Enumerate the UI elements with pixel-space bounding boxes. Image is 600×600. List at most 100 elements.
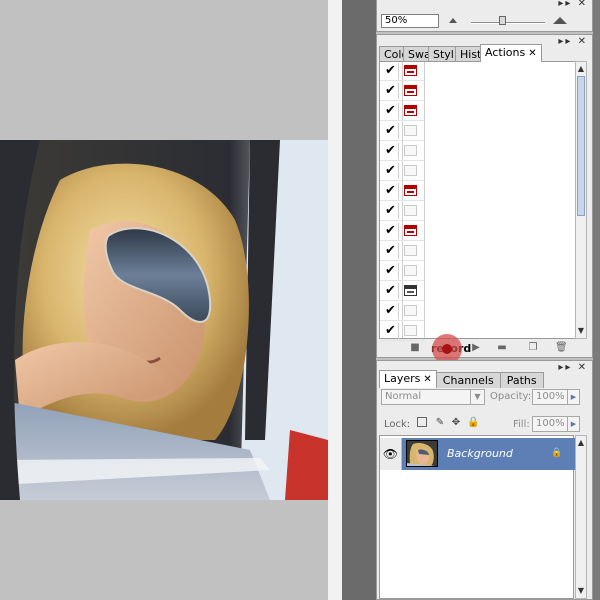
lock-image-icon[interactable]: ✎ bbox=[434, 417, 446, 429]
dialog-toggle-icon[interactable] bbox=[404, 245, 417, 256]
tab-label: Actions bbox=[485, 46, 526, 59]
checkmark-icon[interactable]: ✔ bbox=[383, 303, 399, 319]
dialog-toggle-icon[interactable] bbox=[404, 165, 417, 176]
scrollbar-thumb[interactable] bbox=[577, 76, 585, 216]
checkmark-icon[interactable]: ✔ bbox=[383, 183, 399, 199]
opacity-field[interactable]: 100% ▶ bbox=[532, 389, 580, 405]
column-divider bbox=[424, 62, 425, 338]
checkmark-icon[interactable]: ✔ bbox=[383, 83, 399, 99]
dialog-toggle-icon[interactable] bbox=[404, 265, 417, 276]
action-row[interactable]: ✔ bbox=[380, 161, 424, 181]
tab-channels[interactable]: Channels bbox=[435, 372, 501, 388]
action-row[interactable]: ✔ bbox=[380, 281, 424, 301]
eye-icon[interactable]: 👁 bbox=[380, 438, 402, 470]
close-icon[interactable]: ✕ bbox=[423, 374, 431, 385]
checkmark-icon[interactable]: ✔ bbox=[383, 223, 399, 239]
panel-controls[interactable]: ▸▸ ✕ bbox=[558, 0, 588, 9]
tab-paths[interactable]: Paths bbox=[499, 372, 544, 388]
delete-icon[interactable]: 🗑 bbox=[555, 342, 568, 354]
scroll-down-icon[interactable]: ▼ bbox=[577, 586, 585, 596]
checkmark-icon[interactable]: ✔ bbox=[383, 243, 399, 259]
layer-thumbnail bbox=[406, 440, 438, 467]
tab-styles[interactable]: Styl bbox=[428, 46, 456, 62]
fill-field[interactable]: 100% ▶ bbox=[532, 416, 580, 432]
action-row[interactable]: ✔ bbox=[380, 221, 424, 241]
tab-swatches[interactable]: Swa bbox=[403, 46, 429, 62]
dialog-toggle-icon[interactable] bbox=[404, 65, 417, 76]
zoom-field[interactable]: 50% bbox=[381, 14, 439, 28]
close-icon[interactable]: ✕ bbox=[528, 48, 536, 59]
tab-color[interactable]: Colo bbox=[379, 46, 404, 62]
lock-position-icon[interactable]: ✥ bbox=[450, 417, 462, 429]
blend-mode-select[interactable]: Normal ▼ bbox=[381, 389, 485, 405]
dialog-toggle-icon[interactable] bbox=[404, 145, 417, 156]
scroll-up-icon[interactable]: ▲ bbox=[577, 438, 585, 448]
checkmark-icon[interactable]: ✔ bbox=[383, 203, 399, 219]
large-mountain-icon[interactable] bbox=[553, 17, 567, 24]
checkmark-icon[interactable]: ✔ bbox=[383, 323, 399, 339]
navigator-panel: ▸▸ ✕ 50% bbox=[376, 0, 593, 32]
dialog-toggle-icon[interactable] bbox=[404, 185, 417, 196]
action-row[interactable]: ✔ bbox=[380, 261, 424, 281]
checkmark-icon[interactable]: ✔ bbox=[383, 163, 399, 179]
action-row[interactable]: ✔ bbox=[380, 321, 424, 341]
dialog-toggle-icon[interactable] bbox=[404, 225, 417, 236]
actions-scrollbar[interactable]: ▲ ▼ bbox=[575, 61, 587, 339]
new-action-icon[interactable]: ❐ bbox=[527, 342, 539, 354]
document-canvas-area[interactable] bbox=[0, 0, 328, 600]
lock-all-icon[interactable]: 🔒 bbox=[467, 417, 479, 429]
stop-icon[interactable]: ■ bbox=[409, 342, 421, 354]
layer-thumbnail-image bbox=[407, 441, 437, 466]
action-row[interactable]: ✔ bbox=[380, 61, 424, 81]
checkmark-icon[interactable]: ✔ bbox=[383, 263, 399, 279]
dialog-toggle-icon[interactable] bbox=[404, 325, 417, 336]
action-row[interactable]: ✔ bbox=[380, 101, 424, 121]
tab-label: Styl bbox=[433, 48, 454, 61]
scroll-down-icon[interactable]: ▼ bbox=[577, 326, 585, 336]
checkmark-icon[interactable]: ✔ bbox=[383, 123, 399, 139]
dialog-toggle-icon[interactable] bbox=[404, 105, 417, 116]
chevron-right-icon[interactable]: ▶ bbox=[567, 390, 579, 404]
layer-row-background[interactable]: 👁 Background 🔒 bbox=[380, 438, 575, 470]
dialog-toggle-icon[interactable] bbox=[404, 125, 417, 136]
panel-controls[interactable]: ▸▸ ✕ bbox=[558, 362, 588, 373]
actions-panel-tabs: Colo Swa Styl Hist Actions✕ bbox=[379, 44, 542, 62]
actions-toolbar: ■ ▶ ▬ ❐ 🗑 bbox=[379, 334, 589, 364]
play-icon[interactable]: ▶ bbox=[470, 342, 482, 354]
checkmark-icon[interactable]: ✔ bbox=[383, 283, 399, 299]
tab-label: Layers bbox=[384, 372, 421, 385]
zoom-slider-thumb[interactable] bbox=[499, 16, 506, 25]
layers-panel-tabs: Layers ✕ Channels Paths bbox=[379, 370, 544, 388]
action-row[interactable]: ✔ bbox=[380, 121, 424, 141]
action-row[interactable]: ✔ bbox=[380, 181, 424, 201]
tab-actions[interactable]: Actions ✕ bbox=[480, 44, 542, 62]
scroll-up-icon[interactable]: ▲ bbox=[577, 64, 585, 74]
zoom-slider[interactable] bbox=[471, 22, 545, 24]
small-mountain-icon[interactable] bbox=[449, 18, 457, 23]
action-row[interactable]: ✔ bbox=[380, 241, 424, 261]
checkmark-icon[interactable]: ✔ bbox=[383, 143, 399, 159]
actions-list[interactable]: ✔✔✔✔✔✔✔✔✔✔✔✔✔✔ record bbox=[379, 61, 576, 355]
record-icon bbox=[442, 344, 452, 354]
document-photo[interactable] bbox=[0, 140, 328, 500]
panel-controls[interactable]: ▸▸ ✕ bbox=[558, 36, 588, 47]
action-row[interactable]: ✔ bbox=[380, 81, 424, 101]
action-row[interactable]: ✔ bbox=[380, 141, 424, 161]
dialog-toggle-icon[interactable] bbox=[404, 205, 417, 216]
dialog-toggle-icon[interactable] bbox=[404, 305, 417, 316]
action-row[interactable]: ✔ bbox=[380, 301, 424, 321]
dialog-toggle-icon[interactable] bbox=[404, 85, 417, 96]
layer-list[interactable]: 👁 Background 🔒 bbox=[379, 435, 575, 599]
lock-transparency-icon[interactable] bbox=[417, 417, 427, 427]
tab-label: Channels bbox=[442, 374, 494, 387]
chevron-right-icon[interactable]: ▶ bbox=[567, 417, 579, 431]
tab-layers[interactable]: Layers ✕ bbox=[379, 370, 437, 388]
layers-scrollbar[interactable]: ▲ ▼ bbox=[575, 435, 587, 599]
checkmark-icon[interactable]: ✔ bbox=[383, 63, 399, 79]
dialog-toggle-icon[interactable] bbox=[404, 285, 417, 296]
canvas-right-edge bbox=[328, 0, 342, 600]
tab-history[interactable]: Hist bbox=[455, 46, 481, 62]
checkmark-icon[interactable]: ✔ bbox=[383, 103, 399, 119]
action-row[interactable]: ✔ bbox=[380, 201, 424, 221]
new-set-icon[interactable]: ▬ bbox=[496, 342, 508, 354]
